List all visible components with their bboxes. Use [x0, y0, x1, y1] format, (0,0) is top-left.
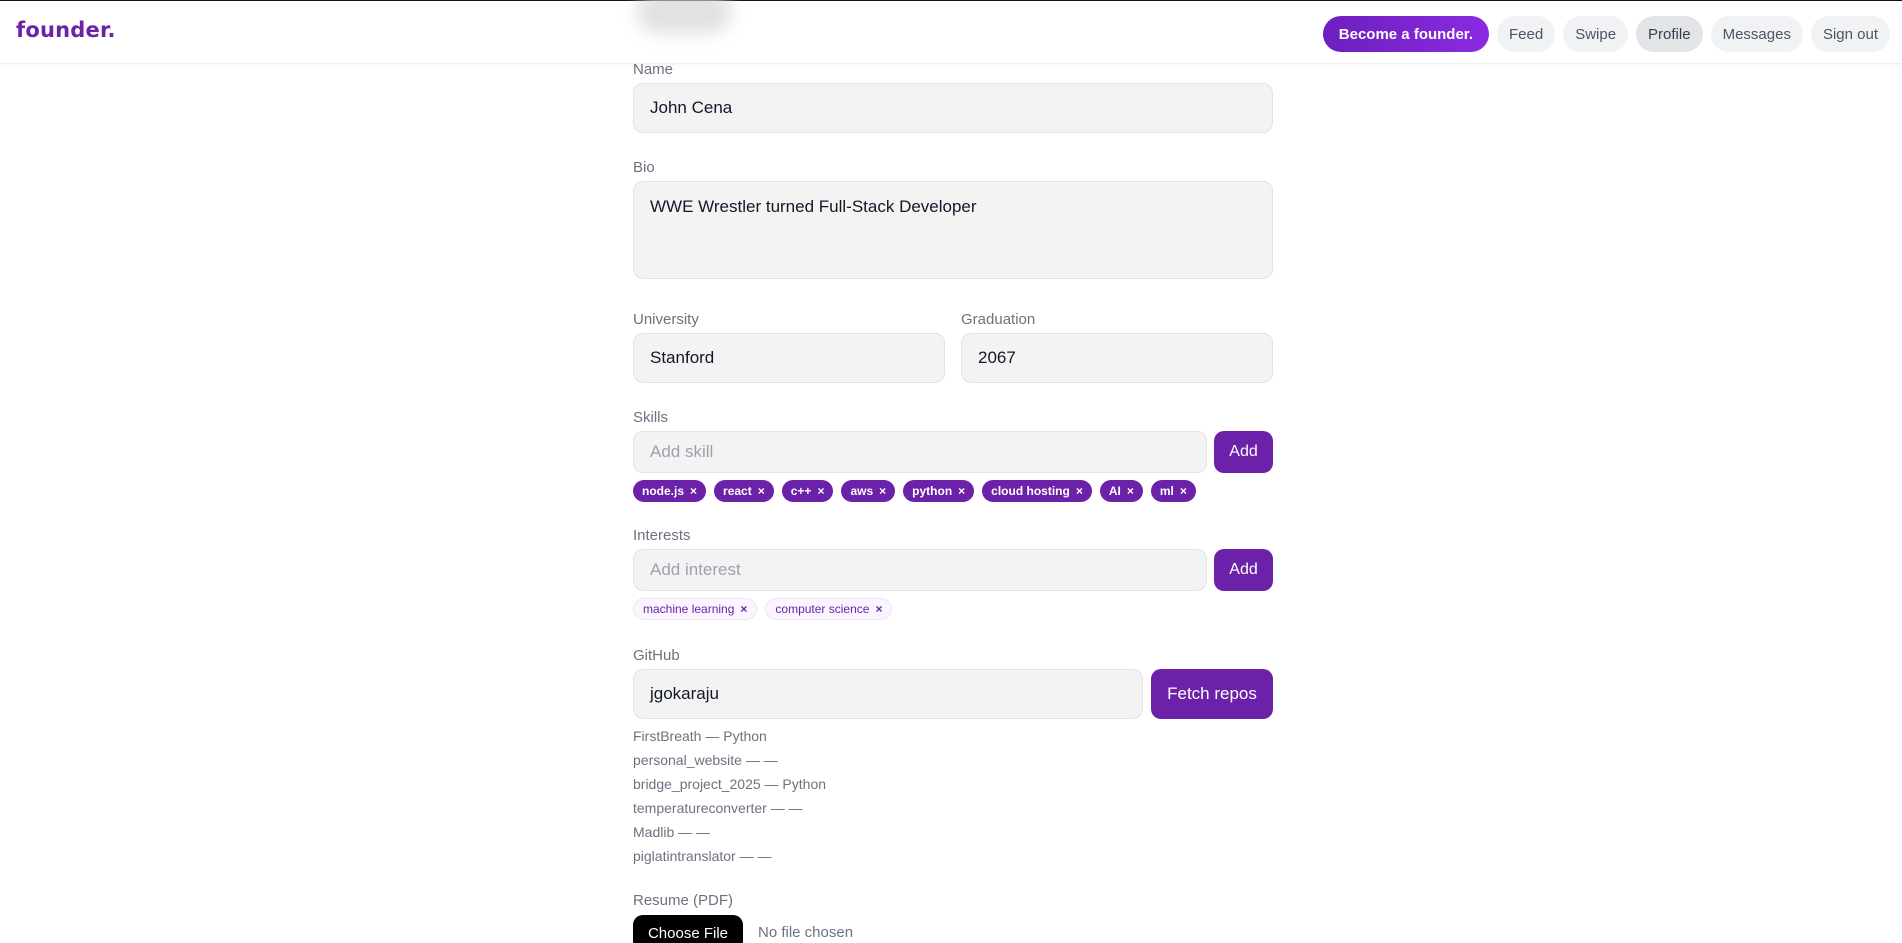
remove-x-icon[interactable]: × — [1180, 484, 1187, 498]
repo-item: bridge_project_2025 — Python — [633, 776, 827, 792]
remove-x-icon[interactable]: × — [758, 484, 765, 498]
skill-chip-label: AI — [1108, 484, 1121, 498]
repo-item: temperatureconverter — — — [633, 800, 803, 816]
remove-x-icon[interactable]: × — [740, 602, 747, 616]
skill-chip[interactable]: cloud hosting × — [982, 480, 1092, 502]
skills-chip-list: node.js × react × c++ × aws × python × cloud … — [633, 480, 1196, 502]
avatar-shadow — [636, 0, 732, 34]
remove-x-icon[interactable]: × — [817, 484, 824, 498]
repo-item: personal_website — — — [633, 752, 778, 768]
nav-feed[interactable]: Feed — [1496, 16, 1556, 52]
nav-messages[interactable]: Messages — [1710, 16, 1803, 52]
university-input[interactable]: Stanford — [633, 333, 945, 383]
skill-chip[interactable]: ml × — [1150, 480, 1196, 502]
interest-chip[interactable]: machine learning × — [633, 598, 758, 620]
skill-chip[interactable]: react × — [714, 480, 774, 502]
resume-label: Resume (PDF) — [633, 892, 734, 909]
nav-links: Become a founder. Feed Swipe Profile Mes… — [1322, 16, 1890, 52]
name-input[interactable]: John Cena — [633, 83, 1273, 133]
repo-item: FirstBreath — Python — [633, 728, 767, 744]
skill-chip-label: cloud hosting — [991, 484, 1070, 498]
skill-chip[interactable]: aws × — [841, 480, 896, 502]
graduation-label: Graduation — [961, 311, 1036, 328]
repo-item: Madlib — — — [633, 824, 711, 840]
interest-chip-label: computer science — [775, 602, 870, 616]
nav-profile[interactable]: Profile — [1636, 16, 1703, 52]
remove-x-icon[interactable]: × — [690, 484, 697, 498]
skill-chip-label: aws — [850, 484, 874, 498]
remove-x-icon[interactable]: × — [958, 484, 965, 498]
interest-chip-label: machine learning — [643, 602, 735, 616]
interests-chip-list: machine learning × computer science × — [633, 598, 893, 620]
repo-item: piglatintranslator — — — [633, 848, 772, 864]
skill-chip-label: python — [912, 484, 953, 498]
skill-chip[interactable]: AI × — [1099, 480, 1143, 502]
add-skill-input[interactable]: Add skill — [633, 431, 1207, 473]
skill-chip[interactable]: c++ × — [781, 480, 834, 502]
add-interest-input[interactable]: Add interest — [633, 549, 1207, 591]
graduation-input[interactable]: 2067 — [961, 333, 1273, 383]
file-status-text: No file chosen — [758, 924, 854, 941]
skill-chip-label: c++ — [790, 484, 812, 498]
fetch-repos-button[interactable]: Fetch repos — [1151, 669, 1273, 719]
skill-chip-label: ml — [1159, 484, 1174, 498]
skill-chip[interactable]: python × — [903, 480, 975, 502]
skill-chip[interactable]: node.js × — [633, 480, 707, 502]
founder-logo[interactable]: founder. — [16, 18, 116, 42]
top-navigation-bar: founder. Become a founder. Feed Swipe Pr… — [0, 0, 1902, 64]
github-username-input[interactable]: jgokaraju — [633, 669, 1143, 719]
remove-x-icon[interactable]: × — [875, 602, 882, 616]
remove-x-icon[interactable]: × — [1127, 484, 1134, 498]
sign-out-button[interactable]: Sign out — [1810, 16, 1890, 52]
remove-x-icon[interactable]: × — [1076, 484, 1083, 498]
interest-chip[interactable]: computer science × — [765, 598, 893, 620]
university-label: University — [633, 311, 699, 328]
add-skill-button[interactable]: Add — [1214, 431, 1273, 473]
repo-list: FirstBreath — Python personal_website — … — [633, 726, 826, 870]
bio-label: Bio — [633, 159, 655, 176]
choose-file-button[interactable]: Choose File — [633, 915, 743, 943]
nav-swipe[interactable]: Swipe — [1563, 16, 1629, 52]
skill-chip-label: node.js — [642, 484, 685, 498]
remove-x-icon[interactable]: × — [879, 484, 886, 498]
add-interest-button[interactable]: Add — [1214, 549, 1273, 591]
bio-textarea[interactable]: WWE Wrestler turned Full-Stack Developer — [633, 181, 1273, 279]
skill-chip-label: react — [723, 484, 752, 498]
interests-label: Interests — [633, 527, 691, 544]
github-label: GitHub — [633, 647, 680, 664]
become-founder-button[interactable]: Become a founder. — [1322, 16, 1489, 52]
skills-label: Skills — [633, 409, 669, 426]
